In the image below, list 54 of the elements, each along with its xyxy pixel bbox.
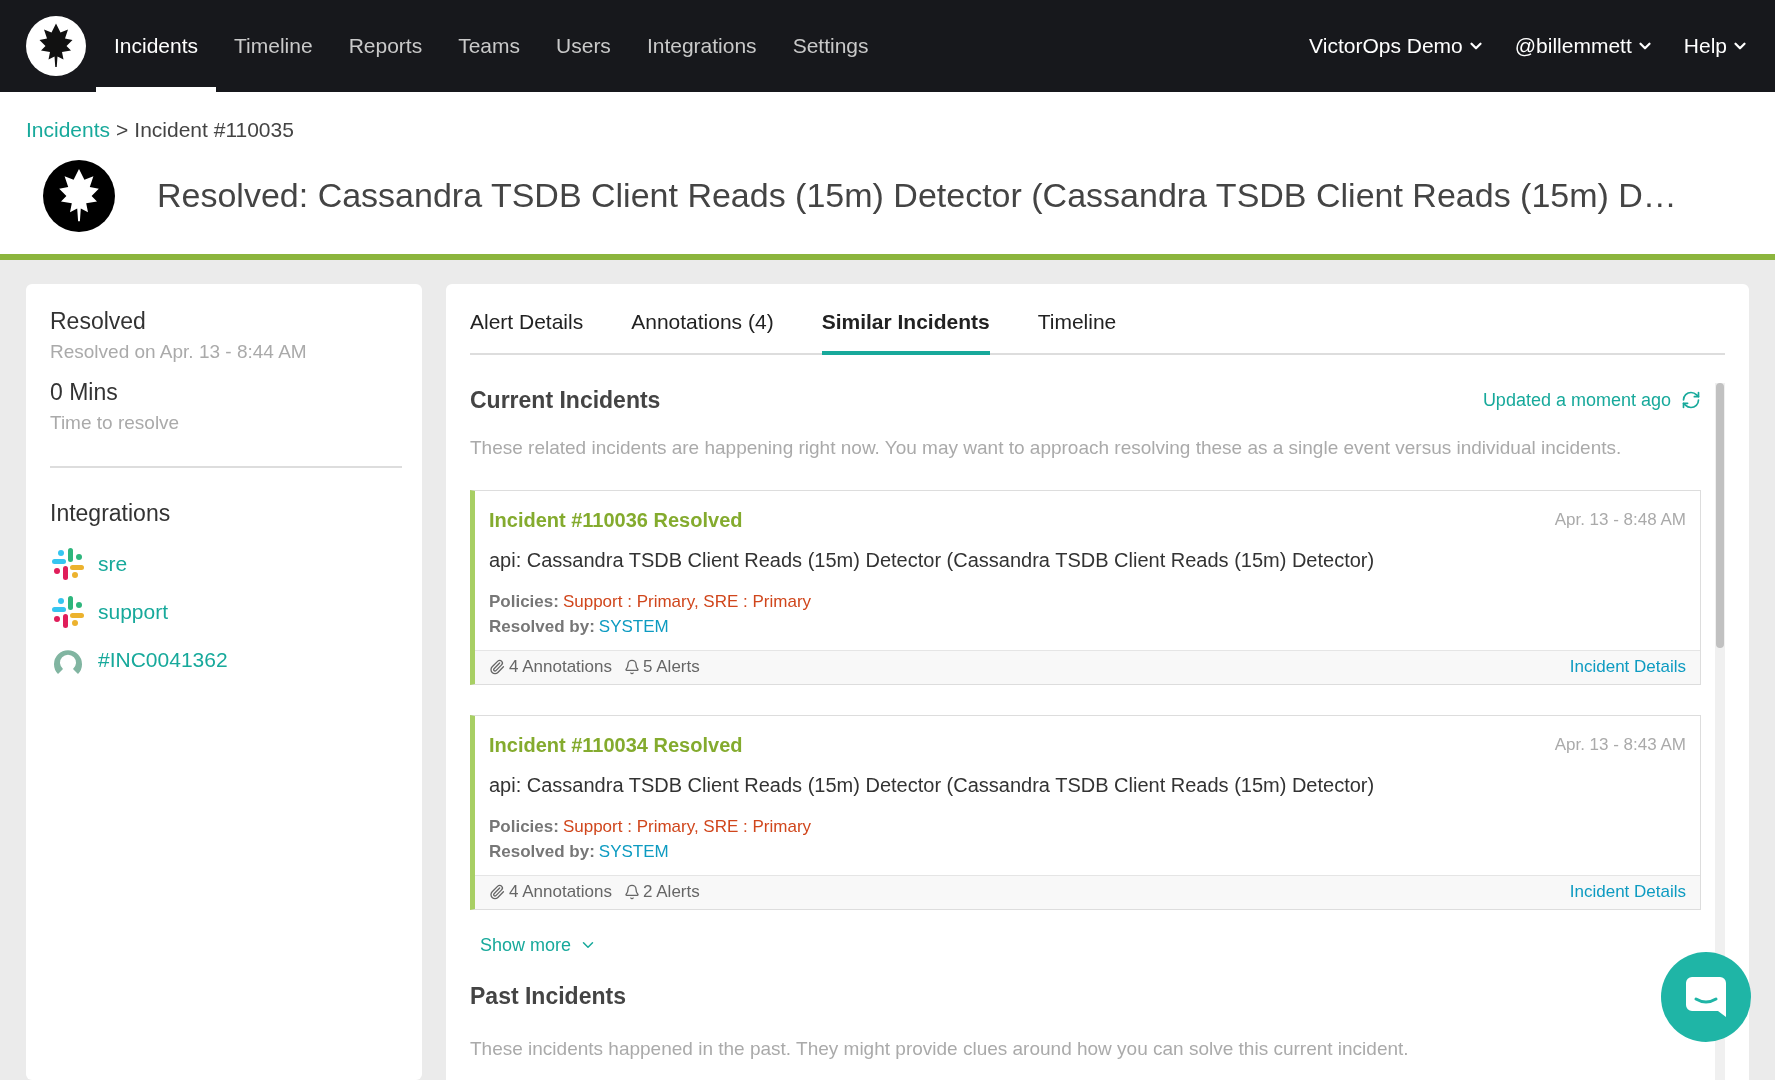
slack-icon [50, 546, 86, 582]
incident-time: Apr. 13 - 8:48 AM [1554, 508, 1686, 531]
breadcrumb-current: Incident #110035 [134, 117, 294, 143]
resolved-by-value: SYSTEM [598, 616, 669, 638]
incident-summary: api: Cassandra TSDB Client Reads (15m) Detector (Cassandra TSDB Client Reads (15m) Detector) [489, 547, 1376, 573]
nav-dropdown[interactable]: @billemmett [1514, 0, 1654, 92]
status-title: Resolved [50, 306, 147, 336]
breadcrumb-separator: > [116, 117, 129, 143]
section-heading: Current Incidents [470, 386, 661, 415]
incident-card-title: Incident #110034 Resolved [489, 732, 743, 758]
incident-time: Apr. 13 - 8:43 AM [1554, 733, 1686, 756]
slack-icon [50, 594, 86, 630]
tab[interactable]: Similar Incidents [821, 305, 990, 355]
nav-dropdown[interactable]: Help [1683, 0, 1749, 92]
status-detail: Resolved on Apr. 13 - 8:44 AM [50, 340, 308, 364]
resolved-by-label: Resolved by: [489, 616, 595, 638]
alerts-count: 5 Alerts [643, 656, 700, 679]
policies-label: Policies: [489, 815, 559, 838]
nav-link[interactable]: Timeline [216, 0, 331, 92]
duration-value: 0 Mins [50, 377, 119, 407]
incident-summary: api: Cassandra TSDB Client Reads (15m) Detector (Cassandra TSDB Client Reads (15m) Detector) [489, 772, 1376, 798]
tab[interactable]: Annotations (4) [631, 305, 774, 355]
tab[interactable]: Timeline [1037, 305, 1117, 355]
bell-icon [624, 884, 641, 900]
paperclip-icon [489, 659, 505, 675]
updated-status: Updated a moment ago [1482, 388, 1671, 412]
policies-value: Support : Primary, SRE : Primary [562, 815, 812, 838]
nav-link[interactable]: Settings [774, 0, 887, 92]
nav-link[interactable]: Reports [330, 0, 441, 92]
policies-label: Policies: [489, 590, 559, 613]
paperclip-icon [489, 884, 505, 900]
resolved-by-value: SYSTEM [598, 841, 669, 863]
section-description: These related incidents are happening right now. You may want to approach resolving these as a single event versus individual incidents. [470, 435, 1623, 460]
nav-link[interactable]: Users [538, 0, 629, 92]
section-description: These incidents happened in the past. They might provide clues around how you can solve this current incident. [470, 1037, 1410, 1061]
leaf-logo-icon [26, 16, 86, 76]
duration-label: Time to resolve [50, 411, 181, 435]
leaf-avatar-icon [43, 159, 115, 232]
policies-value: Support : Primary, SRE : Primary [562, 590, 812, 613]
resolved-by-label: Resolved by: [489, 841, 595, 863]
alerts-count: 2 Alerts [643, 881, 700, 904]
annotations-count: 4 Annotations [509, 881, 613, 904]
nav-link[interactable]: Teams [440, 0, 539, 92]
nav-link[interactable]: Integrations [628, 0, 775, 92]
integrations-heading: Integrations [50, 498, 172, 528]
nav-dropdown[interactable]: VictorOps Demo [1309, 0, 1485, 92]
refresh-icon[interactable] [1681, 390, 1701, 411]
bell-icon [624, 659, 641, 675]
incident-title: Resolved: Cassandra TSDB Client Reads (15m) Detector (Cassandra TSDB Client Reads (15m) D… [157, 175, 1677, 216]
chat-bubble-icon [1684, 975, 1728, 1019]
section-heading: Past Incidents [470, 981, 627, 1011]
incident-card-title: Incident #110036 Resolved [489, 507, 743, 533]
annotations-count: 4 Annotations [509, 656, 613, 679]
tab[interactable]: Alert Details [470, 305, 584, 355]
